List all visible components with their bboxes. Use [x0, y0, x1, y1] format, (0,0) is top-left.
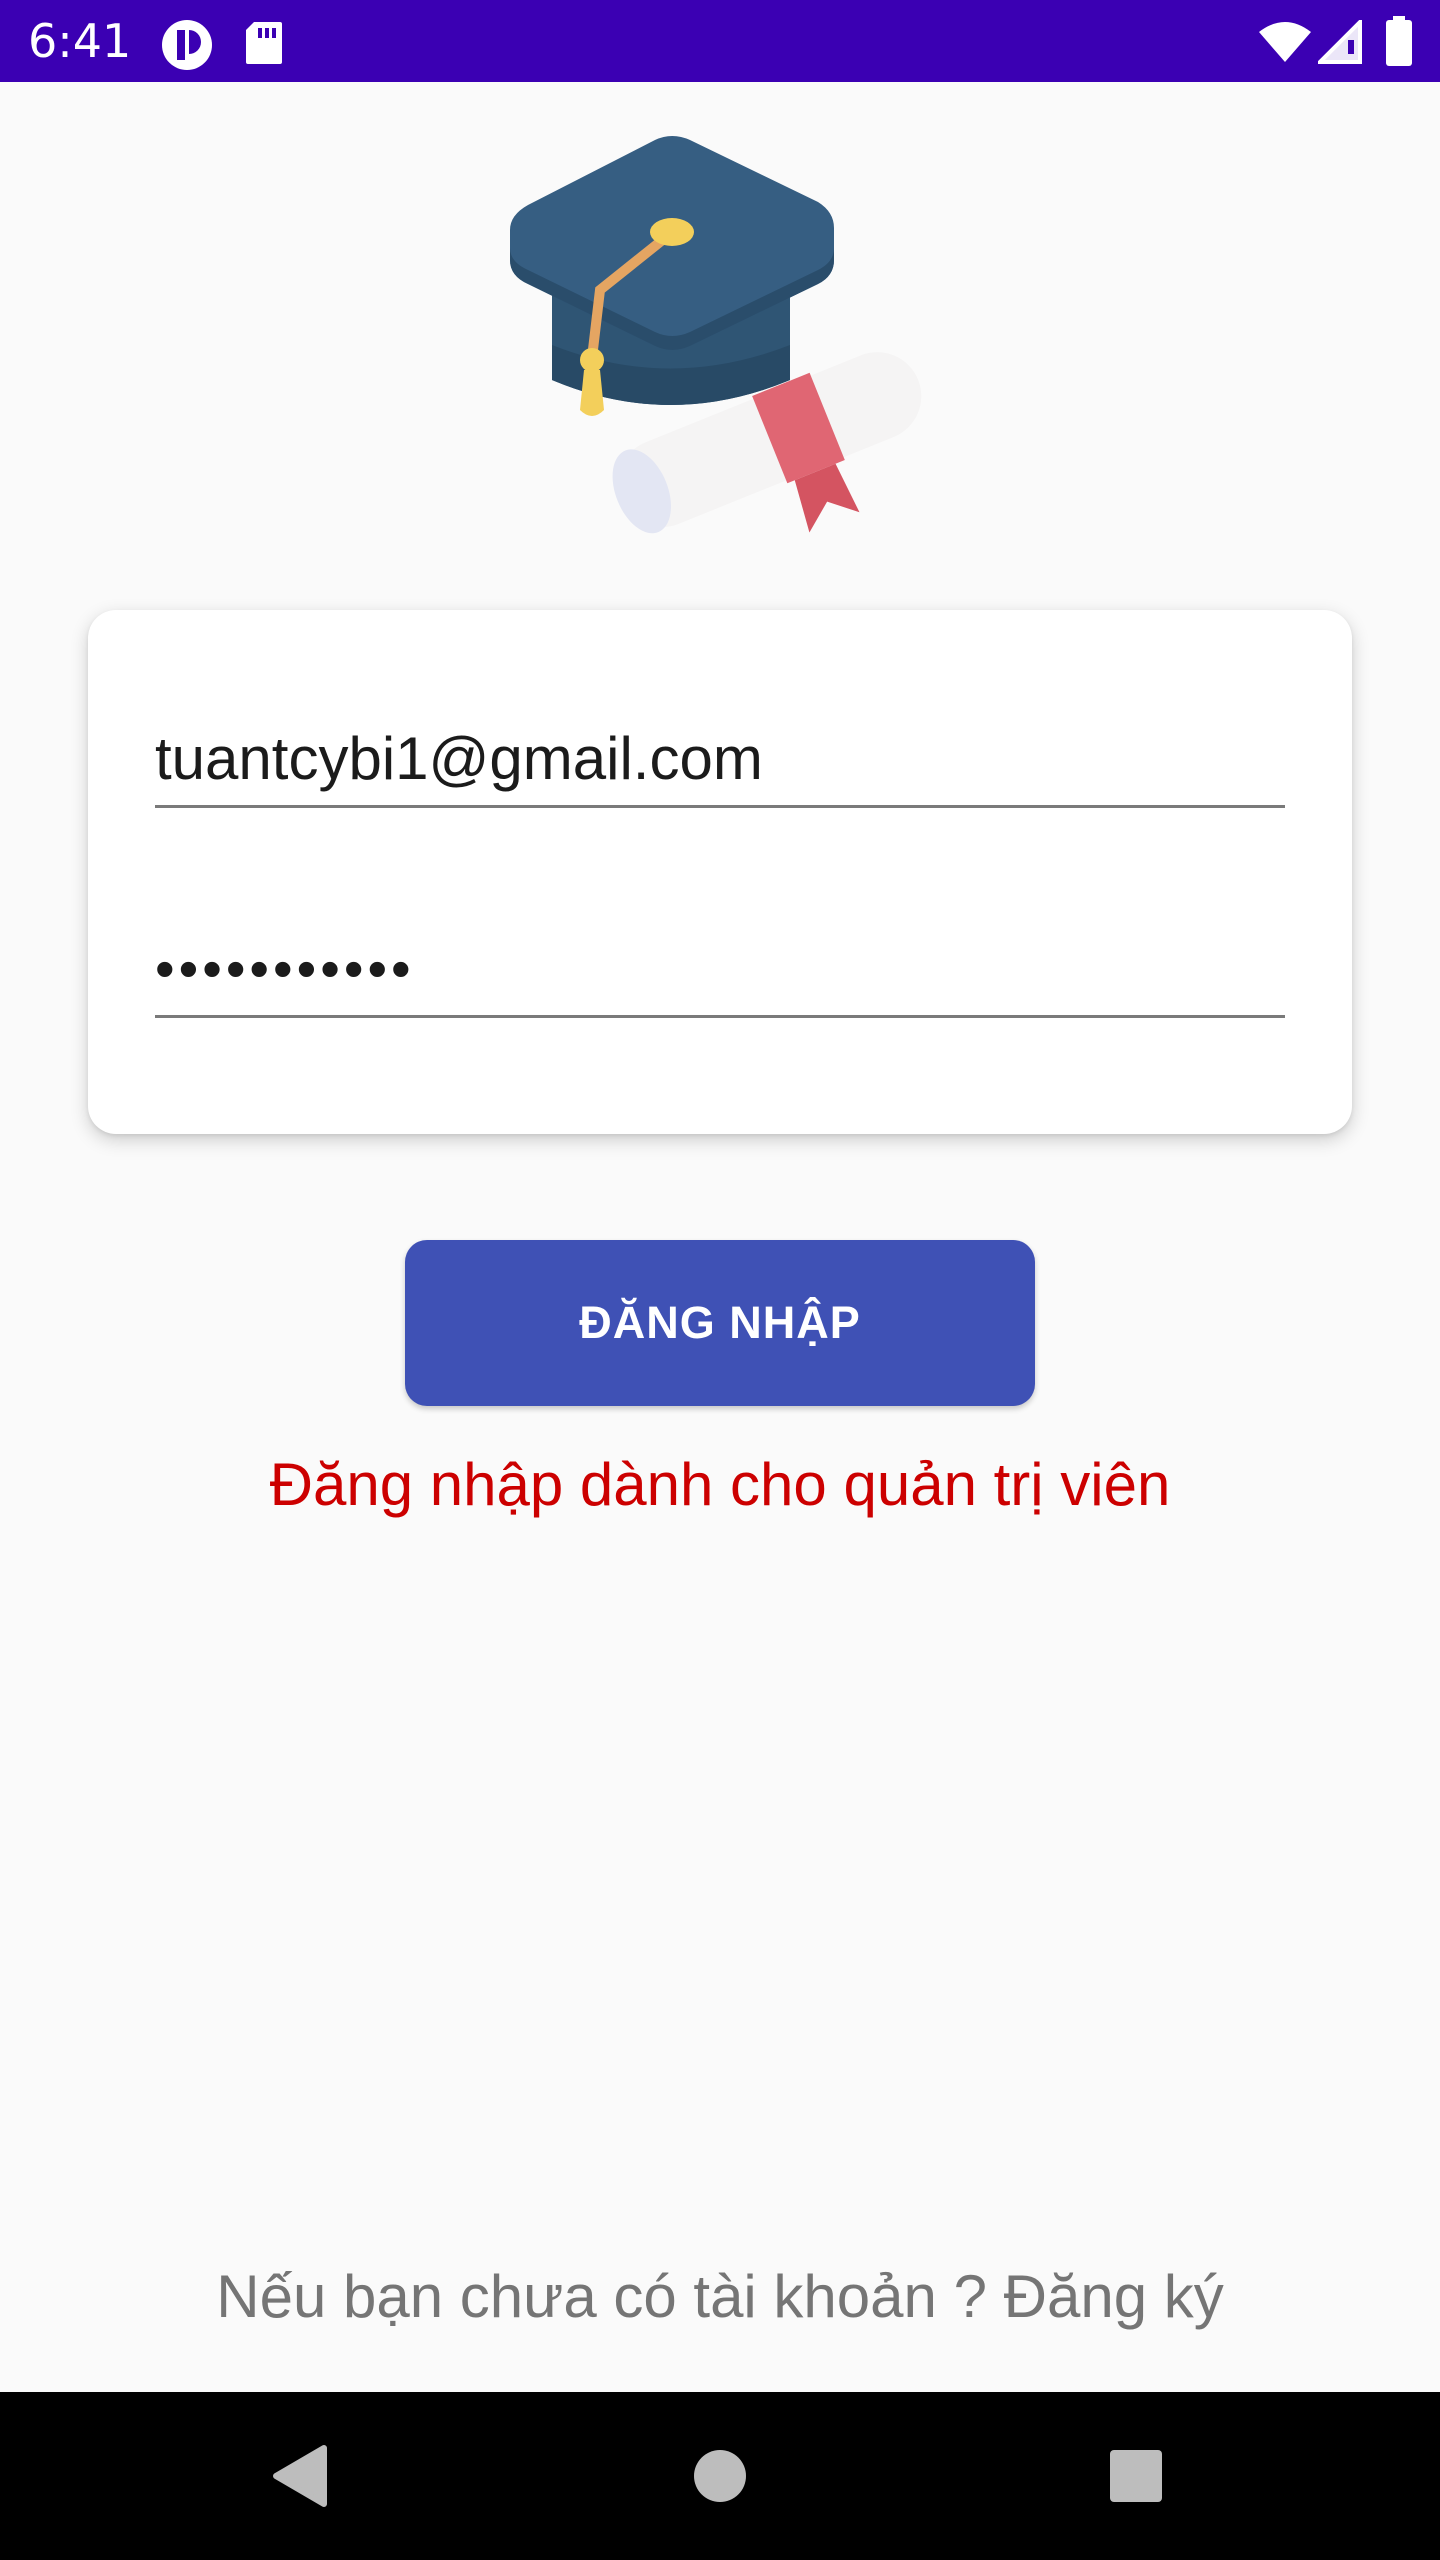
- login-screen: 6:41 tuantcybi1@gmail.com ••••••••••• ĐĂ…: [0, 0, 1440, 2560]
- back-icon[interactable]: [258, 2434, 342, 2518]
- login-button[interactable]: ĐĂNG NHẬP: [405, 1240, 1035, 1406]
- cellular-signal-icon: [1315, 17, 1362, 69]
- recents-icon[interactable]: [1094, 2434, 1178, 2518]
- email-field[interactable]: [155, 712, 1285, 808]
- graduation-cap-diploma-icon: [500, 130, 940, 560]
- password-input[interactable]: [155, 922, 1285, 1015]
- status-time: 6:41: [28, 14, 132, 68]
- battery-icon: [1384, 16, 1414, 71]
- login-card: [88, 610, 1352, 1134]
- home-icon[interactable]: [678, 2434, 762, 2518]
- admin-login-note: Đăng nhập dành cho quản trị viên: [269, 1451, 1171, 1518]
- wifi-icon: [1258, 20, 1312, 69]
- email-input[interactable]: [155, 712, 1285, 805]
- password-field[interactable]: [155, 922, 1285, 1018]
- sd-card-icon: [244, 20, 284, 71]
- navigation-bar: [0, 2392, 1440, 2560]
- signup-link[interactable]: Nếu bạn chưa có tài khoản ? Đăng ký: [0, 2262, 1440, 2331]
- status-bar: 6:41: [0, 0, 1440, 82]
- app-notification-icon: [160, 18, 214, 77]
